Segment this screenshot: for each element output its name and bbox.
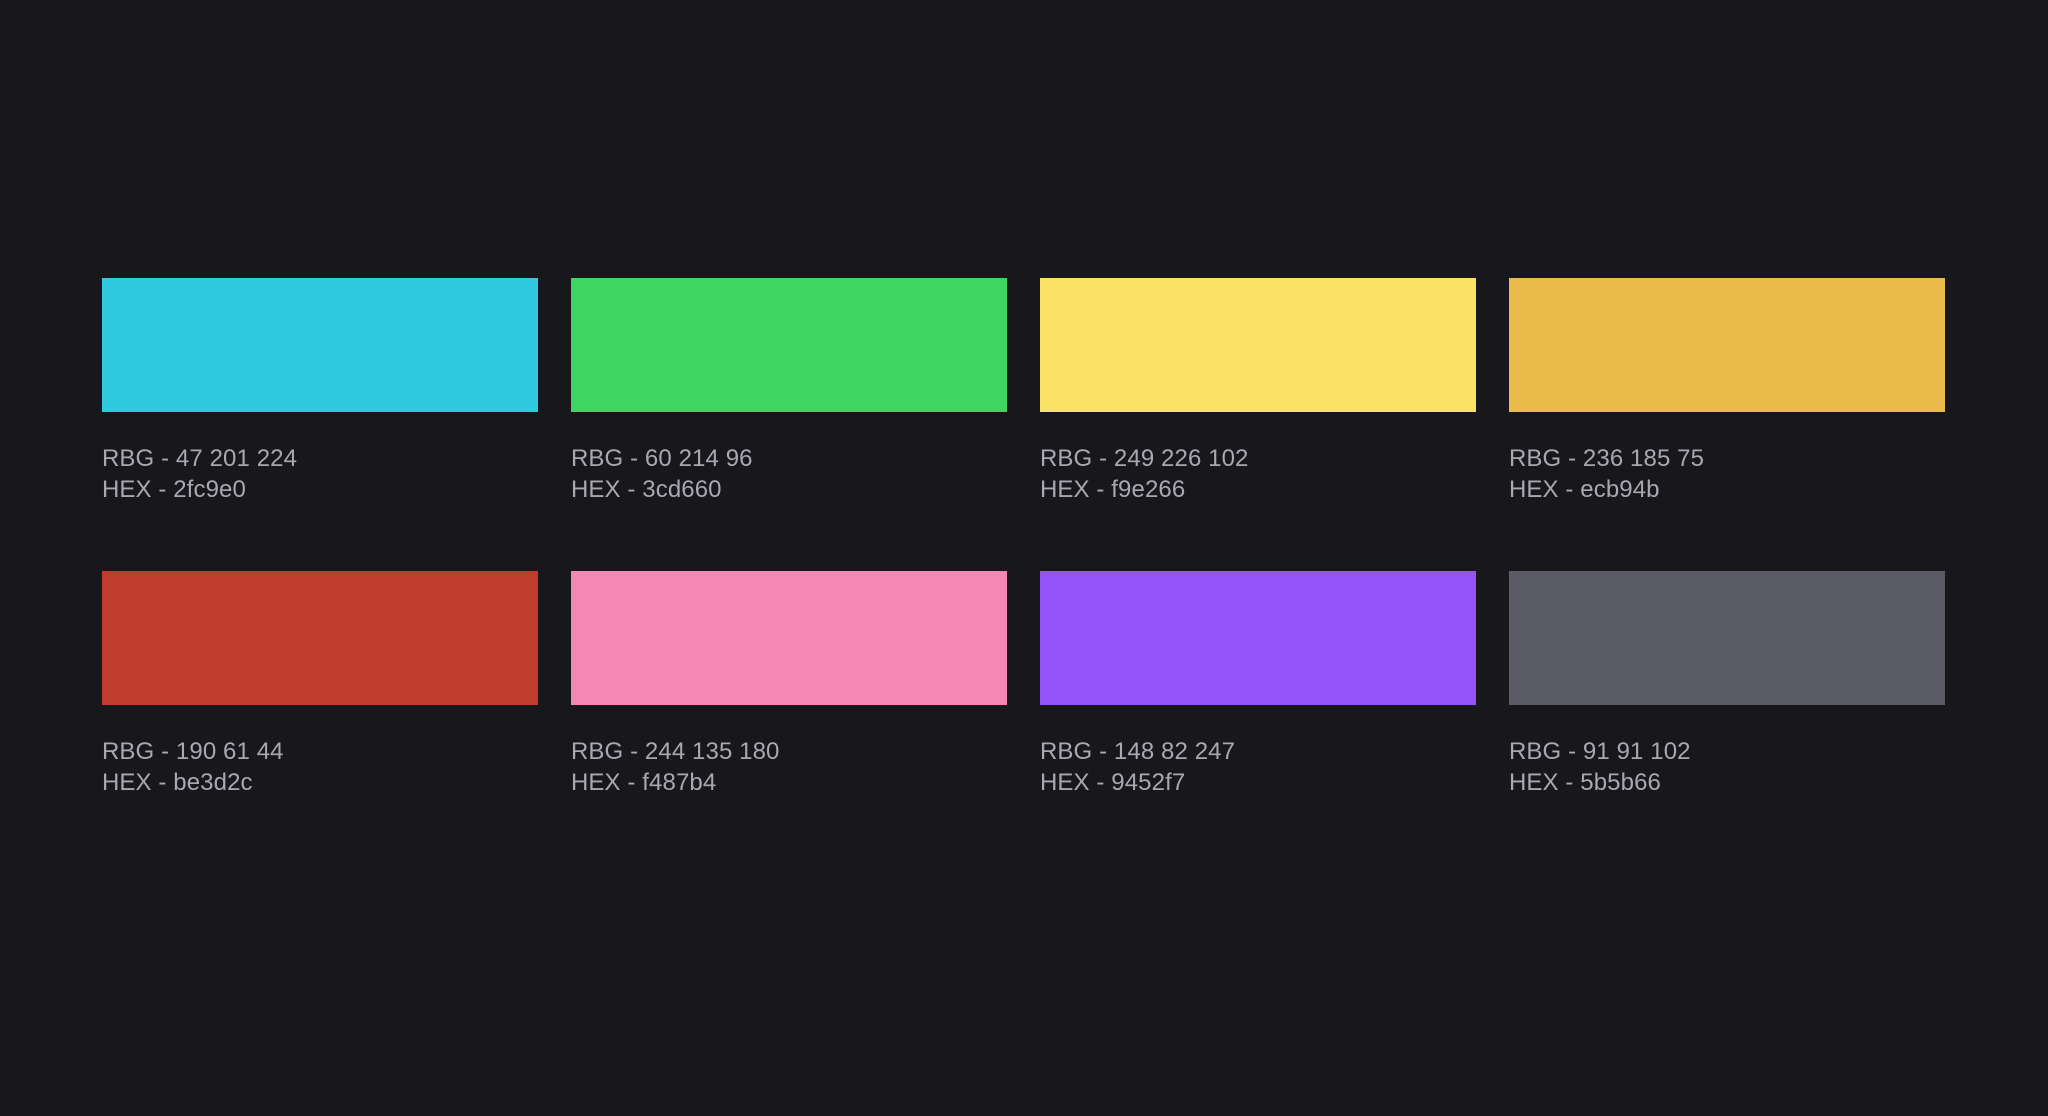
swatch-card: RBG - 60 214 96 HEX - 3cd660 [571,278,1007,505]
rgb-value: RBG - 190 61 44 [102,738,284,765]
rgb-value: RBG - 60 214 96 [571,445,753,472]
hex-value: HEX - 3cd660 [571,476,722,503]
hex-value: HEX - be3d2c [102,769,253,796]
color-chip [571,571,1007,705]
hex-value: HEX - ecb94b [1509,476,1660,503]
color-chip [1040,571,1476,705]
swatch-card: RBG - 148 82 247 HEX - 9452f7 [1040,571,1476,798]
rgb-value: RBG - 244 135 180 [571,738,780,765]
color-chip [1509,571,1945,705]
color-palette-grid: RBG - 47 201 224 HEX - 2fc9e0 RBG - 60 2… [102,278,1946,798]
swatch-label: RBG - 236 185 75 HEX - ecb94b [1509,443,1945,505]
hex-value: HEX - 2fc9e0 [102,476,246,503]
color-chip [1509,278,1945,412]
swatch-card: RBG - 47 201 224 HEX - 2fc9e0 [102,278,538,505]
rgb-value: RBG - 236 185 75 [1509,445,1705,472]
color-chip [102,278,538,412]
swatch-label: RBG - 244 135 180 HEX - f487b4 [571,736,1007,798]
hex-value: HEX - 5b5b66 [1509,769,1661,796]
color-chip [1040,278,1476,412]
swatch-label: RBG - 91 91 102 HEX - 5b5b66 [1509,736,1945,798]
color-chip [571,278,1007,412]
swatch-label: RBG - 60 214 96 HEX - 3cd660 [571,443,1007,505]
swatch-label: RBG - 148 82 247 HEX - 9452f7 [1040,736,1476,798]
swatch-card: RBG - 244 135 180 HEX - f487b4 [571,571,1007,798]
swatch-label: RBG - 190 61 44 HEX - be3d2c [102,736,538,798]
swatch-card: RBG - 249 226 102 HEX - f9e266 [1040,278,1476,505]
hex-value: HEX - f9e266 [1040,476,1186,503]
rgb-value: RBG - 91 91 102 [1509,738,1691,765]
swatch-card: RBG - 91 91 102 HEX - 5b5b66 [1509,571,1945,798]
swatch-card: RBG - 190 61 44 HEX - be3d2c [102,571,538,798]
swatch-label: RBG - 249 226 102 HEX - f9e266 [1040,443,1476,505]
swatch-card: RBG - 236 185 75 HEX - ecb94b [1509,278,1945,505]
hex-value: HEX - 9452f7 [1040,769,1186,796]
swatch-label: RBG - 47 201 224 HEX - 2fc9e0 [102,443,538,505]
color-chip [102,571,538,705]
rgb-value: RBG - 249 226 102 [1040,445,1249,472]
palette-page: { "swatches": [ {"rgb_label": "RBG - 47 … [0,0,2048,1116]
rgb-value: RBG - 47 201 224 [102,445,298,472]
rgb-value: RBG - 148 82 247 [1040,738,1236,765]
hex-value: HEX - f487b4 [571,769,717,796]
